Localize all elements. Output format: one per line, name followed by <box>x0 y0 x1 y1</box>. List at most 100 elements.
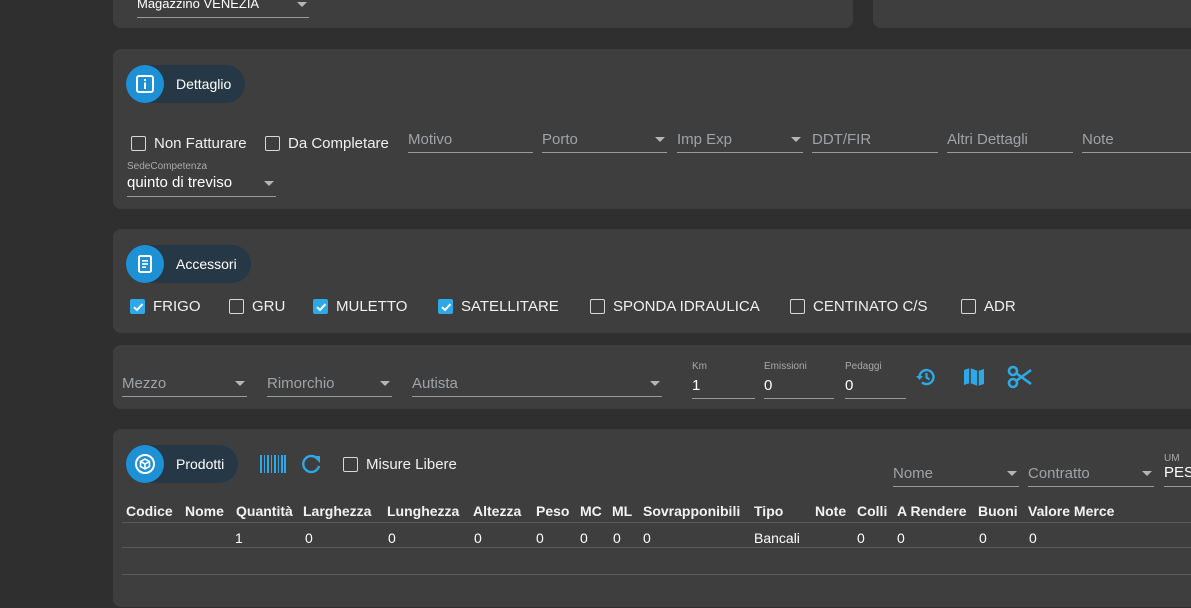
dettaglio-chip[interactable]: Dettaglio <box>126 65 246 103</box>
accessorio-label: CENTINATO C/S <box>813 298 928 315</box>
column-header[interactable]: Codice <box>126 503 173 519</box>
checkbox-box <box>229 299 244 314</box>
table-cell[interactable]: 0 <box>979 530 987 546</box>
accessorio-checkbox-4[interactable]: SPONDA IDRAULICA <box>590 298 760 315</box>
divider <box>122 547 1191 548</box>
magazzino-value: Magazzino VENEZIA <box>137 0 260 11</box>
table-cell[interactable]: 0 <box>474 530 482 546</box>
table-cell[interactable]: 0 <box>643 530 651 546</box>
mezzo-card: Mezzo Rimorchio Autista Km 1 Emissioni 0… <box>113 345 1191 409</box>
ddt-fir-placeholder: DDT/FIR <box>812 131 872 148</box>
table-cell[interactable]: 0 <box>388 530 396 546</box>
column-header[interactable]: Altezza <box>473 503 521 519</box>
accessorio-label: GRU <box>252 298 286 315</box>
column-header[interactable]: Lunghezza <box>387 503 459 519</box>
accessorio-checkbox-5[interactable]: CENTINATO C/S <box>790 298 927 315</box>
accessorio-checkbox-6[interactable]: ADR <box>961 298 1016 315</box>
dettaglio-card: Dettaglio Non Fatturare Da Completare Mo… <box>113 49 1191 209</box>
sede-competenza-select[interactable]: quinto di treviso <box>127 173 276 197</box>
sede-competenza-value: quinto di treviso <box>127 174 233 191</box>
checkbox-box <box>790 299 805 314</box>
column-header[interactable]: Tipo <box>754 503 783 519</box>
pedaggi-input[interactable]: 0 <box>845 373 906 399</box>
column-header[interactable]: Note <box>815 503 846 519</box>
accessori-chip[interactable]: Accessori <box>126 245 251 283</box>
chevron-down-icon <box>655 137 665 142</box>
prodotti-chip[interactable]: Prodotti <box>126 445 239 483</box>
barcode-icon[interactable] <box>260 455 286 478</box>
km-input[interactable]: 1 <box>692 373 755 399</box>
column-header[interactable]: A Rendere <box>897 503 967 519</box>
accessorio-label: SPONDA IDRAULICA <box>613 298 760 315</box>
da-completare-checkbox[interactable]: Da Completare <box>265 135 389 152</box>
table-cell[interactable]: 1 <box>235 530 243 546</box>
misure-libere-checkbox[interactable]: Misure Libere <box>343 456 457 473</box>
column-header[interactable]: Nome <box>185 503 224 519</box>
accessorio-label: MULETTO <box>336 298 408 315</box>
imp-exp-select[interactable]: Imp Exp <box>677 127 803 153</box>
column-header[interactable]: Larghezza <box>303 503 371 519</box>
emissioni-label: Emissioni <box>764 361 807 372</box>
ddt-fir-input[interactable]: DDT/FIR <box>812 127 938 153</box>
info-icon <box>126 65 164 103</box>
km-value: 1 <box>692 377 701 394</box>
column-header[interactable]: Colli <box>857 503 887 519</box>
chevron-down-icon <box>297 2 307 7</box>
divider <box>122 574 1191 575</box>
column-header[interactable]: MC <box>580 503 602 519</box>
column-header[interactable]: Sovrapponibili <box>643 503 740 519</box>
column-header[interactable]: Valore Merce <box>1028 503 1114 519</box>
emissioni-input[interactable]: 0 <box>764 373 834 399</box>
column-header[interactable]: ML <box>612 503 632 519</box>
misure-libere-label: Misure Libere <box>366 456 457 473</box>
nome-select[interactable]: Nome <box>893 461 1019 487</box>
table-cell[interactable]: 0 <box>580 530 588 546</box>
table-cell[interactable]: 0 <box>536 530 544 546</box>
map-icon[interactable] <box>961 364 987 395</box>
rimorchio-select[interactable]: Rimorchio <box>267 371 392 397</box>
pedaggi-label: Pedaggi <box>845 361 882 372</box>
dettaglio-title: Dettaglio <box>176 76 232 92</box>
box-icon <box>126 445 164 483</box>
motivo-input[interactable]: Motivo <box>408 127 533 153</box>
non-fatturare-label: Non Fatturare <box>154 135 247 152</box>
mezzo-select[interactable]: Mezzo <box>122 371 247 397</box>
checkbox-box <box>961 299 976 314</box>
table-cell[interactable]: 0 <box>857 530 865 546</box>
accessorio-checkbox-1[interactable]: GRU <box>229 298 285 315</box>
checkbox-box <box>343 457 358 472</box>
column-header[interactable]: Quantità <box>236 503 293 519</box>
accessorio-checkbox-2[interactable]: MULETTO <box>313 298 407 315</box>
um-select[interactable]: PES <box>1164 463 1191 487</box>
table-cell[interactable]: 0 <box>1029 530 1037 546</box>
table-cell[interactable]: 0 <box>613 530 621 546</box>
table-cell[interactable]: 0 <box>897 530 905 546</box>
pedaggi-value: 0 <box>845 377 854 394</box>
accessorio-checkbox-0[interactable]: FRIGO <box>130 298 201 315</box>
table-cell[interactable]: Bancali <box>754 530 800 546</box>
checkbox-box <box>590 299 605 314</box>
chevron-down-icon <box>1007 471 1017 476</box>
scissors-icon[interactable] <box>1006 363 1034 396</box>
chevron-down-icon <box>264 181 274 186</box>
chevron-down-icon <box>791 137 801 142</box>
emissioni-value: 0 <box>764 377 773 394</box>
refresh-icon[interactable] <box>299 452 323 481</box>
accessorio-label: ADR <box>984 298 1016 315</box>
checkbox-box <box>265 136 280 151</box>
accessorio-checkbox-3[interactable]: SATELLITARE <box>438 298 559 315</box>
history-icon[interactable] <box>913 364 939 395</box>
magazzino-select[interactable]: Magazzino VENEZIA <box>137 0 309 18</box>
contratto-select[interactable]: Contratto <box>1028 461 1154 487</box>
non-fatturare-checkbox[interactable]: Non Fatturare <box>131 135 247 152</box>
altri-dettagli-input[interactable]: Altri Dettagli <box>947 127 1073 153</box>
table-cell[interactable]: 0 <box>305 530 313 546</box>
rimorchio-placeholder: Rimorchio <box>267 375 335 392</box>
porto-select[interactable]: Porto <box>542 127 667 153</box>
column-header[interactable]: Peso <box>536 503 569 519</box>
da-completare-label: Da Completare <box>288 135 389 152</box>
document-icon <box>126 245 164 283</box>
autista-select[interactable]: Autista <box>412 371 662 397</box>
column-header[interactable]: Buoni <box>978 503 1018 519</box>
note-input[interactable]: Note <box>1082 127 1191 153</box>
